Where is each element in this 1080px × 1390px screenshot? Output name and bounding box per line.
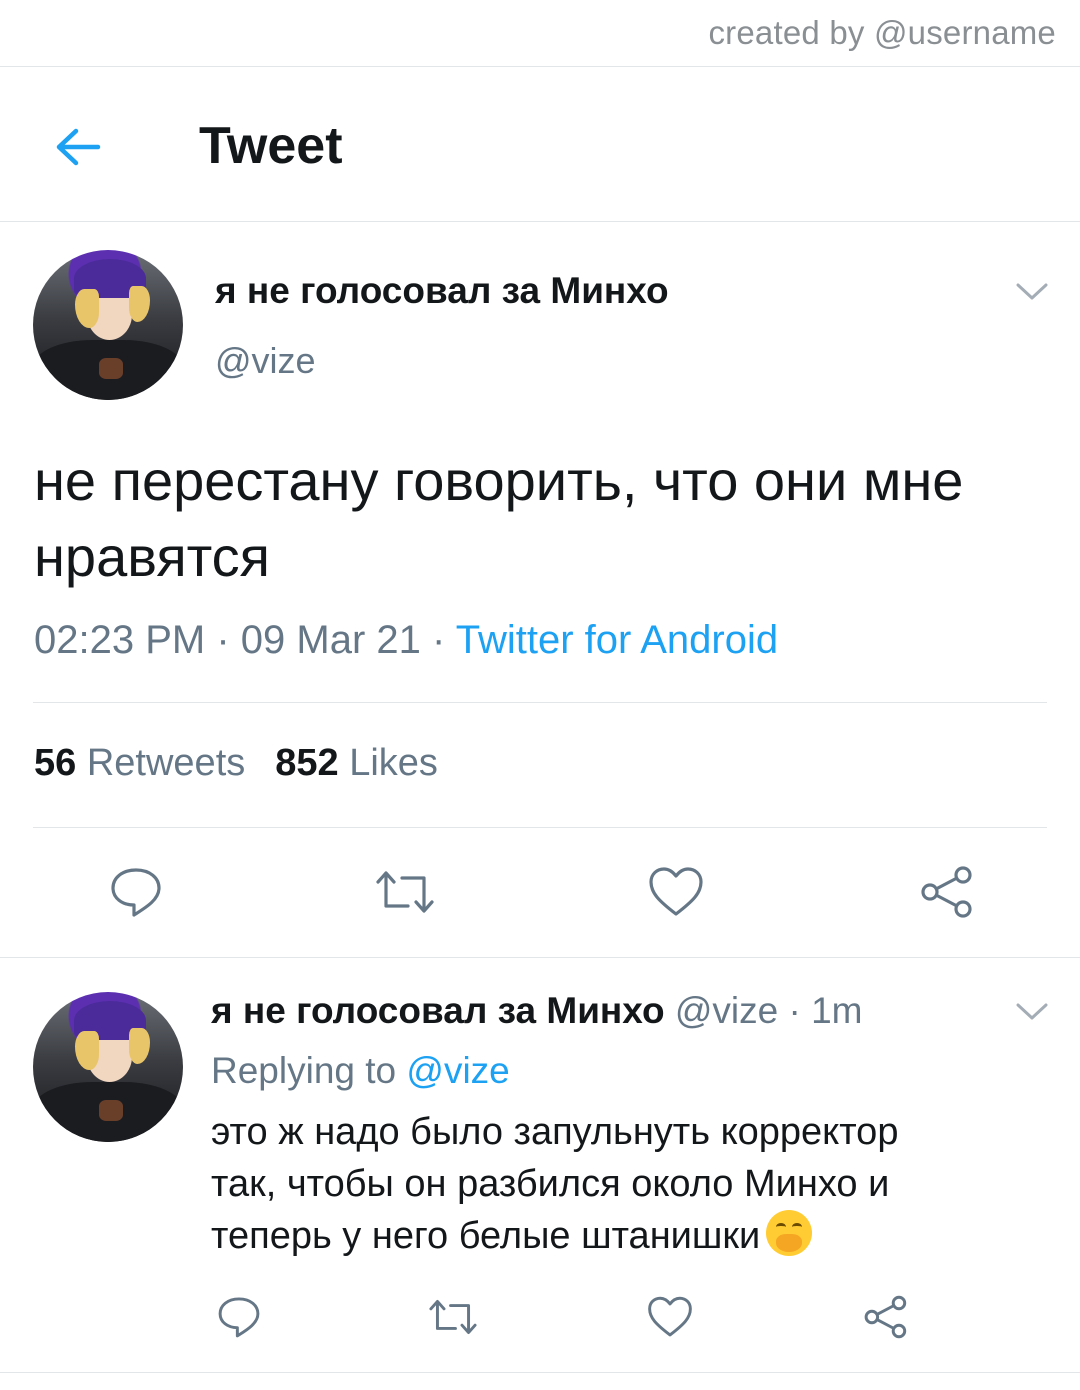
reply-user-handle[interactable]: @vize: [675, 990, 778, 1031]
thread-divider: [0, 957, 1080, 958]
reply-display-name[interactable]: я не голосовал за Минхо: [211, 990, 665, 1031]
share-button[interactable]: [916, 862, 976, 922]
share-icon: [921, 866, 972, 918]
back-button[interactable]: [44, 114, 110, 180]
reply-header: я не голосовал за Минхо @vize · 1m: [211, 990, 862, 1032]
reply-share-button[interactable]: [860, 1292, 910, 1342]
reply-button[interactable]: [106, 862, 166, 922]
replying-label: Replying to: [211, 1050, 397, 1091]
user-handle[interactable]: @vize: [215, 340, 316, 382]
avatar[interactable]: [33, 250, 183, 400]
chevron-down-icon: [1016, 283, 1048, 300]
top-divider: [0, 66, 1080, 67]
retweets-label: Retweets: [86, 742, 246, 784]
tweet-stats: 56 Retweets 852 Likes: [34, 742, 438, 785]
reply-icon: [218, 1297, 260, 1338]
meta-divider: [33, 702, 1047, 703]
reply-timestamp: · 1m: [788, 990, 863, 1031]
face-with-hand-over-mouth-icon: [766, 1210, 813, 1256]
reply-text-block: это ж надо было запульнуть корректор так…: [211, 1106, 1011, 1262]
likes-stat[interactable]: 852 Likes: [275, 742, 438, 784]
bottom-divider: [0, 1372, 1080, 1373]
reply-avatar[interactable]: [33, 992, 183, 1142]
replying-to-link[interactable]: @vize: [406, 1050, 509, 1091]
retweet-icon: [429, 1299, 477, 1335]
header-divider: [0, 221, 1080, 222]
reply-retweet-button[interactable]: [425, 1292, 481, 1342]
tweet-menu-button[interactable]: [1014, 280, 1050, 309]
reply-icon: [111, 868, 161, 917]
tweet-time: 02:23 PM: [34, 618, 206, 662]
like-icon: [649, 867, 703, 916]
meta-separator: ·: [216, 618, 230, 662]
reply-menu-button[interactable]: [1014, 1000, 1050, 1029]
page-title: Tweet: [199, 117, 343, 175]
tweet-meta: 02:23 PM · 09 Mar 21 · Twitter for Andro…: [34, 618, 778, 663]
retweet-button[interactable]: [372, 862, 438, 922]
stats-divider: [33, 827, 1047, 828]
retweet-icon: [376, 871, 434, 913]
display-name[interactable]: я не голосовал за Минхо: [215, 270, 669, 312]
likes-label: Likes: [349, 742, 438, 784]
tweet-text: не перестану говорить, что они мне нравя…: [34, 449, 964, 588]
retweets-stat[interactable]: 56 Retweets: [34, 742, 245, 784]
like-icon: [648, 1296, 692, 1337]
retweets-count: 56: [34, 742, 77, 784]
meta-separator: ·: [432, 618, 446, 662]
chevron-down-icon: [1016, 1003, 1048, 1020]
share-icon: [864, 1295, 907, 1339]
likes-count: 852: [275, 742, 339, 784]
watermark-credit: created by @username: [708, 14, 1056, 51]
tweet-source-link[interactable]: Twitter for Android: [456, 618, 778, 662]
tweet-date: 09 Mar 21: [240, 618, 421, 662]
replying-to: Replying to @vize: [211, 1050, 510, 1092]
reply-like-button[interactable]: [645, 1292, 695, 1342]
reply-reply-button[interactable]: [214, 1292, 264, 1342]
like-button[interactable]: [645, 862, 707, 922]
arrow-left-icon: [56, 128, 101, 166]
